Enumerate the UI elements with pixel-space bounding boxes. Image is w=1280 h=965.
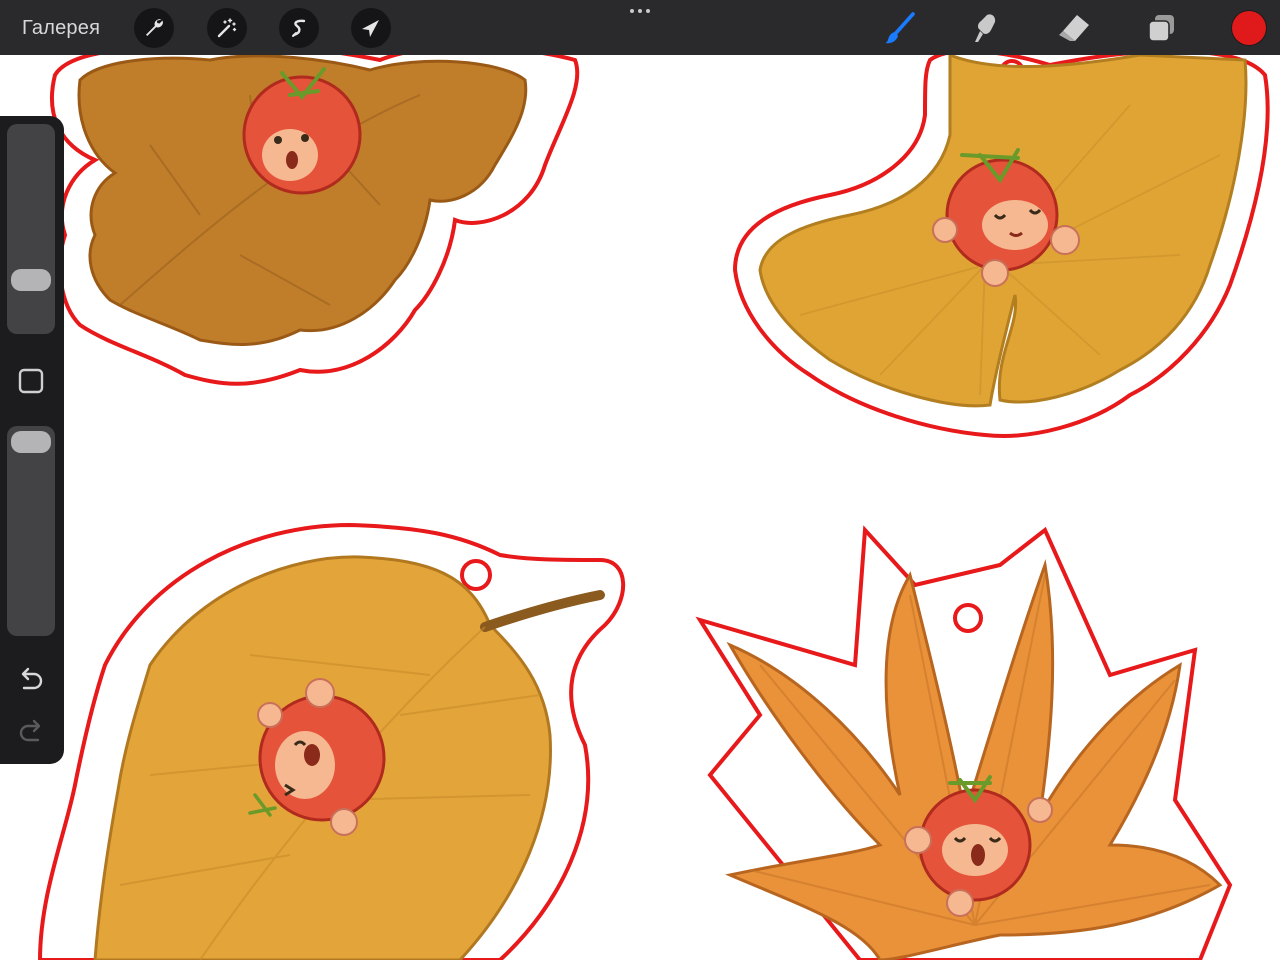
birch-leaf-sticker (37, 522, 626, 962)
top-toolbar: Галерея (0, 0, 1280, 55)
brush-icon (885, 12, 915, 44)
smudge-icon (975, 14, 996, 42)
selection-button[interactable] (279, 8, 319, 48)
undo-icon[interactable] (16, 666, 46, 694)
artwork (37, 43, 1270, 962)
adjustments-button[interactable] (207, 8, 247, 48)
color-picker-button[interactable] (1232, 11, 1266, 45)
selection-s-icon (292, 19, 306, 37)
brush-tool-button[interactable] (880, 8, 920, 48)
ginkgo-leaf-sticker (732, 48, 1270, 438)
left-sidebar (0, 116, 64, 764)
gallery-button[interactable]: Галерея (22, 14, 100, 42)
brush-size-slider[interactable] (7, 124, 55, 334)
actions-button[interactable] (134, 8, 174, 48)
square-modify-icon[interactable] (17, 367, 45, 395)
dot (630, 9, 634, 13)
eraser-tool-button[interactable] (1054, 8, 1094, 48)
opacity-slider[interactable] (7, 426, 55, 636)
maple-leaf-sticker (695, 525, 1233, 962)
eraser-icon (1059, 15, 1089, 41)
smudge-tool-button[interactable] (966, 8, 1006, 48)
brush-size-thumb[interactable] (11, 269, 51, 291)
drawing-canvas[interactable] (0, 43, 1280, 962)
more-options-button[interactable] (624, 4, 656, 18)
layers-button[interactable] (1142, 8, 1182, 48)
magic-wand-icon (217, 18, 237, 38)
layers-icon (1148, 15, 1174, 42)
oak-leaf-sticker (49, 43, 580, 386)
opacity-thumb[interactable] (11, 431, 51, 453)
redo-icon[interactable] (16, 718, 46, 746)
dot (638, 9, 642, 13)
wrench-icon (146, 19, 163, 36)
arrow-cursor-icon (362, 20, 379, 37)
dot (646, 9, 650, 13)
transform-button[interactable] (351, 8, 391, 48)
